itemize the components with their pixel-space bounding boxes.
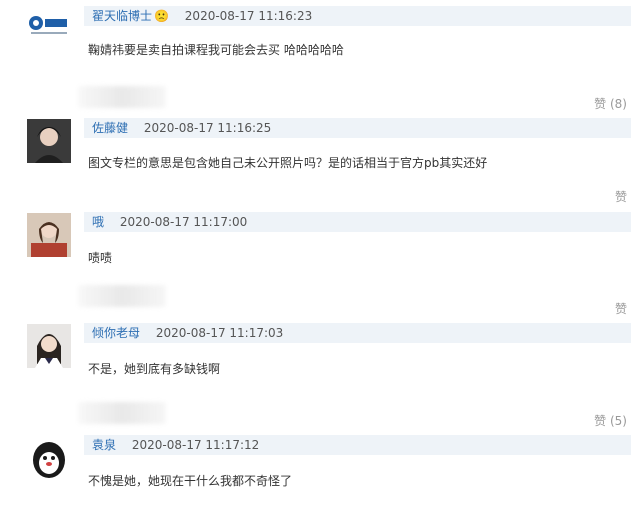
comment-time: 2020-08-17 11:17:00 [119,215,248,229]
comment-text: 图文专栏的意思是包含她自己未公开照片吗？是的话相当于官方pb其实还好 [88,156,488,170]
comment-time: 2020-08-17 11:16:23 [184,9,313,23]
comment-header: 佐藤健 2020-08-17 11:16:25 [84,118,631,138]
comment-item: 袁泉 2020-08-17 11:17:12 不愧是她，她现在干什么我都不奇怪了 [0,432,641,506]
comment-text: 不是，她到底有多缺钱啊 [88,362,221,376]
username-link[interactable]: 袁泉 [92,438,116,452]
site-logo-icon [29,16,67,34]
frown-emoji-icon: 🙁 [154,9,169,23]
avatar[interactable] [27,213,71,257]
penguin-avatar-icon [27,436,71,480]
avatar[interactable] [27,8,71,38]
comment-header: 翟天临博士 🙁 2020-08-17 11:16:23 [84,6,631,26]
comment-time: 2020-08-17 11:16:25 [143,121,272,135]
username-link[interactable]: 翟天临博士 [92,9,152,23]
comment-item: 佐藤健 2020-08-17 11:16:25 图文专栏的意思是包含她自己未公开… [0,112,641,208]
avatar[interactable] [27,119,71,163]
like-button[interactable]: 赞 [615,300,627,317]
avatar[interactable] [27,436,71,480]
comment-header: 哦 2020-08-17 11:17:00 [84,212,631,232]
like-button[interactable]: 赞 (5) [594,412,627,429]
like-button[interactable]: 赞 (8) [594,95,627,112]
comment-header: 袁泉 2020-08-17 11:17:12 [84,435,631,455]
username-link[interactable]: 哦 [92,215,104,229]
like-button[interactable]: 赞 [615,188,627,205]
comment-time: 2020-08-17 11:17:12 [131,438,260,452]
user-photo-icon [27,119,71,163]
comment-header: 倾你老母 2020-08-17 11:17:03 [84,323,631,343]
username-link[interactable]: 佐藤健 [92,121,128,135]
blurred-reply [78,285,166,307]
comment-item: 哦 2020-08-17 11:17:00 啧啧 赞 [0,208,641,320]
comment-text: 啧啧 [88,251,113,265]
user-photo-icon [27,213,71,257]
comment-time: 2020-08-17 11:17:03 [155,326,284,340]
comment-text: 鞠婧祎要是卖自拍课程我可能会去买 哈哈哈哈哈 [88,43,344,57]
blurred-reply [78,402,166,424]
comment-item: 倾你老母 2020-08-17 11:17:03 不是，她到底有多缺钱啊 赞 (… [0,320,641,432]
blurred-reply [78,86,166,108]
comment-text: 不愧是她，她现在干什么我都不奇怪了 [88,474,293,488]
user-photo-icon [27,324,71,368]
comment-item: 翟天临博士 🙁 2020-08-17 11:16:23 鞠婧祎要是卖自拍课程我可能… [0,0,641,112]
avatar[interactable] [27,324,71,368]
username-link[interactable]: 倾你老母 [92,326,140,340]
